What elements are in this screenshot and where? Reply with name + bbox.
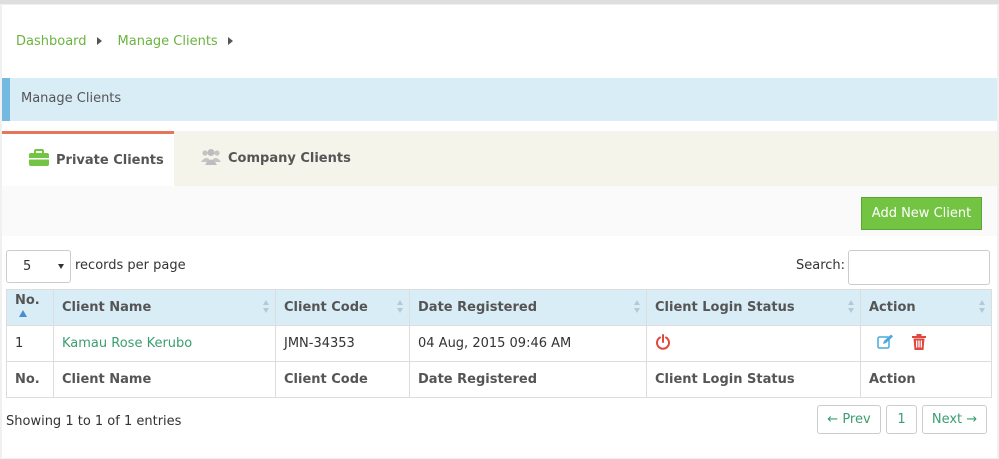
client-tabs: Private Clients Company Clients	[2, 131, 997, 186]
sort-icon	[848, 300, 854, 314]
column-header-client-code[interactable]: Client Code	[275, 289, 410, 326]
table-header-row: No. Client Name Client Code Date Registe…	[6, 289, 992, 326]
toolbar: Add New Client	[2, 186, 997, 236]
section-header: Manage Clients	[2, 78, 997, 121]
trash-icon[interactable]	[912, 333, 927, 354]
sort-icon	[634, 300, 640, 314]
briefcase-icon	[29, 149, 49, 171]
row-actions	[860, 325, 992, 362]
edit-icon[interactable]	[877, 334, 894, 353]
tab-label: Company Clients	[228, 151, 351, 166]
row-login-status	[646, 325, 861, 362]
footer-no: No.	[6, 361, 54, 398]
records-per-page-select[interactable]: 5	[6, 250, 71, 283]
footer-date-registered: Date Registered	[409, 361, 647, 398]
chevron-down-icon	[58, 264, 64, 269]
footer-client-code: Client Code	[275, 361, 410, 398]
tab-label: Private Clients	[56, 152, 164, 168]
prev-page-button[interactable]: ← Prev	[817, 405, 881, 434]
top-strip	[0, 0, 999, 4]
footer-client-name: Client Name	[53, 361, 276, 398]
clients-table: No. Client Name Client Code Date Registe…	[6, 289, 992, 398]
column-header-date-registered[interactable]: Date Registered	[409, 289, 647, 326]
column-header-client-name[interactable]: Client Name	[53, 289, 276, 326]
row-client-code: JMN-34353	[275, 325, 410, 362]
row-no: 1	[6, 325, 54, 362]
breadcrumb-manage-clients[interactable]: Manage Clients	[118, 34, 218, 49]
client-name-link[interactable]: Kamau Rose Kerubo	[62, 336, 192, 351]
tab-private-clients[interactable]: Private Clients	[2, 131, 174, 186]
tab-company-clients[interactable]: Company Clients	[174, 131, 354, 186]
footer-client-login-status: Client Login Status	[646, 361, 861, 398]
section-title: Manage Clients	[21, 91, 122, 106]
sort-asc-icon	[19, 309, 27, 317]
sort-icon	[979, 300, 985, 314]
caret-right-icon	[227, 37, 233, 45]
breadcrumb: Dashboard Manage Clients	[16, 32, 249, 50]
table-row: 1 Kamau Rose Kerubo JMN-34353 04 Aug, 20…	[6, 325, 992, 362]
main-panel: Dashboard Manage Clients Manage Clients …	[2, 5, 997, 458]
column-header-no[interactable]: No.	[6, 289, 54, 326]
caret-right-icon	[96, 37, 102, 45]
users-icon	[201, 148, 221, 170]
records-per-page-label: records per page	[75, 258, 186, 273]
add-new-client-button[interactable]: Add New Client	[861, 197, 982, 230]
footer-action: Action	[860, 361, 992, 398]
table-footer-row: No. Client Name Client Code Date Registe…	[6, 361, 992, 398]
next-page-button[interactable]: Next →	[922, 405, 987, 434]
search-label: Search:	[796, 258, 846, 273]
records-per-page-value: 5	[23, 259, 32, 274]
power-icon[interactable]	[655, 333, 671, 354]
sort-icon	[397, 300, 403, 314]
page-1-button[interactable]: 1	[886, 405, 917, 434]
row-date-registered: 04 Aug, 2015 09:46 AM	[409, 325, 647, 362]
column-header-client-login-status[interactable]: Client Login Status	[646, 289, 861, 326]
sort-icon	[263, 300, 269, 314]
row-client-name: Kamau Rose Kerubo	[53, 325, 276, 362]
table-info: Showing 1 to 1 of 1 entries	[6, 414, 182, 429]
search-input[interactable]	[848, 250, 990, 285]
column-header-action[interactable]: Action	[860, 289, 992, 326]
breadcrumb-dashboard[interactable]: Dashboard	[16, 34, 87, 49]
